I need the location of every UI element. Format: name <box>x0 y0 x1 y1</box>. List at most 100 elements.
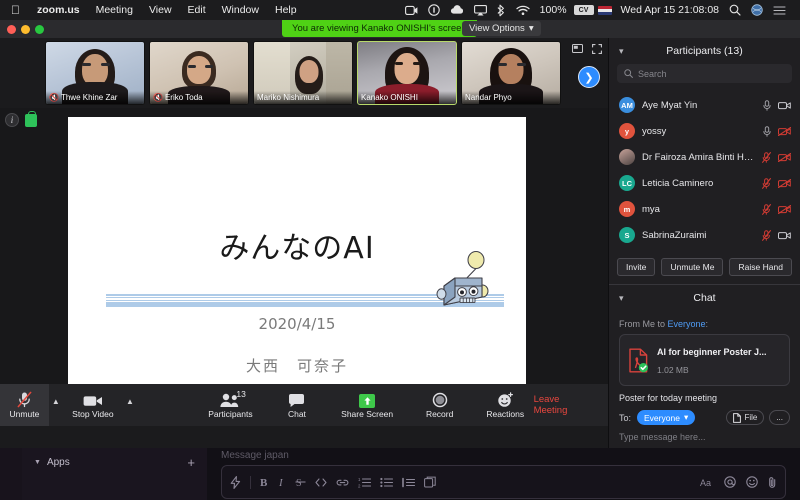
mic-off-icon[interactable] <box>762 203 771 215</box>
siri-icon[interactable] <box>746 4 768 16</box>
chat-file-attachment[interactable]: AI for beginner Poster J... 1.02 MB <box>619 334 790 386</box>
participant-row[interactable]: m mya <box>609 196 800 222</box>
screen-record-icon[interactable] <box>400 5 423 16</box>
unmute-button[interactable]: Unmute <box>0 384 49 426</box>
close-button[interactable] <box>7 24 16 34</box>
menu-item-meeting[interactable]: Meeting <box>88 4 141 16</box>
chat-button[interactable]: Chat <box>276 384 318 426</box>
participant-row[interactable]: LC Leticia Caminero <box>609 170 800 196</box>
slack-apps-section[interactable]: ▼ Apps + <box>34 455 195 470</box>
collapse-chat-icon[interactable]: ▾ <box>619 293 624 304</box>
video-options-chevron-icon[interactable]: ▲ <box>123 397 137 406</box>
participants-label: Participants <box>208 409 253 419</box>
control-center-icon[interactable] <box>768 5 791 16</box>
participants-list[interactable]: AM Aye Myat Yin y yossy Dr Fairoza Amira… <box>609 90 800 253</box>
chat-more-options-button[interactable]: ... <box>769 410 790 425</box>
camera-off-icon[interactable] <box>778 126 791 136</box>
audio-options-chevron-icon[interactable]: ▲ <box>49 397 63 406</box>
camera-on-icon[interactable] <box>778 231 791 240</box>
chat-message-input[interactable]: Type message here... <box>619 425 790 442</box>
cloud-icon[interactable] <box>445 5 469 15</box>
recipient-dropdown[interactable]: Everyone ▾ <box>637 410 696 425</box>
camera-off-icon[interactable] <box>778 204 791 214</box>
chevron-down-icon[interactable]: ▼ <box>34 459 41 466</box>
participant-row[interactable]: AM Aye Myat Yin <box>609 92 800 118</box>
share-screen-button[interactable]: Share Screen <box>332 384 402 426</box>
link-icon[interactable] <box>336 477 349 488</box>
menu-item-view[interactable]: View <box>141 4 180 16</box>
blockquote-icon[interactable] <box>402 477 415 488</box>
chat-from-target[interactable]: Everyone <box>668 319 706 329</box>
stop-video-button[interactable]: Stop Video <box>63 384 123 426</box>
menu-item-zoom[interactable]: zoom.us <box>29 4 88 16</box>
search-icon[interactable] <box>724 4 746 16</box>
slack-composer-toolbar[interactable]: B I S 12 Aa <box>221 465 786 499</box>
mic-on-icon[interactable] <box>763 99 771 111</box>
emoji-icon[interactable] <box>746 476 758 488</box>
send-file-button[interactable]: File <box>726 410 765 425</box>
video-tile[interactable]: Mariko Nishimura <box>253 41 353 105</box>
avatar: m <box>619 201 635 217</box>
video-tile-active-speaker[interactable]: Kanako ONISHI <box>357 41 457 105</box>
camera-off-icon[interactable] <box>778 152 791 162</box>
record-button[interactable]: Record <box>416 384 463 426</box>
battery-icon[interactable]: CV <box>573 5 594 15</box>
search-input[interactable]: Search <box>617 64 792 83</box>
strikethrough-icon[interactable]: S <box>295 476 306 488</box>
maximize-button[interactable] <box>35 24 44 34</box>
menu-item-edit[interactable]: Edit <box>180 4 214 16</box>
ordered-list-icon[interactable]: 12 <box>358 477 371 488</box>
italic-icon[interactable]: I <box>278 476 286 488</box>
code-icon[interactable] <box>315 477 327 488</box>
mention-icon[interactable] <box>724 476 736 488</box>
unmute-me-button[interactable]: Unmute Me <box>661 258 724 276</box>
participant-row[interactable]: S SabrinaZuraimi <box>609 222 800 248</box>
slack-workspace-rail[interactable] <box>0 448 22 500</box>
participants-button[interactable]: 13 Participants <box>199 384 262 426</box>
info-icon[interactable]: i <box>5 113 19 127</box>
clock[interactable]: Wed Apr 15 21:08:08 <box>616 4 724 16</box>
mic-on-icon[interactable] <box>763 125 771 137</box>
participants-panel-header: ▾ Participants (13) <box>609 38 800 64</box>
view-options-button[interactable]: View Options ▾ <box>462 21 541 36</box>
bold-icon[interactable]: B <box>260 476 269 488</box>
reactions-button[interactable]: Reactions <box>477 384 534 426</box>
lightning-icon[interactable] <box>230 475 241 489</box>
chat-label: Chat <box>287 409 306 419</box>
participant-row[interactable]: Dr Fairoza Amira Binti Hamzah <box>609 144 800 170</box>
format-text-icon[interactable]: Aa <box>700 477 714 488</box>
collapse-participants-icon[interactable]: ▾ <box>619 46 624 57</box>
airplay-icon[interactable] <box>469 4 492 16</box>
video-tile[interactable]: 🔇 Thwe Khine Zar <box>45 41 145 105</box>
mic-off-icon[interactable] <box>762 229 771 241</box>
invite-button[interactable]: Invite <box>617 258 656 276</box>
attach-icon[interactable] <box>768 476 777 489</box>
minimize-button[interactable] <box>21 24 30 34</box>
menu-item-help[interactable]: Help <box>267 4 305 16</box>
video-tile[interactable]: 🔇 Eriko Toda <box>149 41 249 105</box>
input-language-flag-icon[interactable] <box>597 5 612 15</box>
code-block-icon[interactable] <box>424 476 436 488</box>
mic-off-icon[interactable] <box>762 151 771 163</box>
lock-icon[interactable] <box>25 110 37 127</box>
bullet-list-icon[interactable] <box>380 477 393 488</box>
participant-name: SabrinaZuraimi <box>642 229 707 241</box>
video-tile[interactable]: Nandar Phyo <box>461 41 561 105</box>
add-app-button[interactable]: + <box>187 455 195 470</box>
video-tile-name: Mariko Nishimura <box>254 91 352 104</box>
bluetooth-icon[interactable] <box>492 4 511 17</box>
next-participants-button[interactable]: ❯ <box>578 66 600 88</box>
apple-menu-icon[interactable]:  <box>6 4 29 16</box>
mic-off-icon[interactable] <box>762 177 771 189</box>
leave-meeting-button[interactable]: Leave Meeting <box>534 394 608 416</box>
menu-item-window[interactable]: Window <box>214 4 267 16</box>
do-not-disturb-icon[interactable] <box>423 4 445 16</box>
camera-on-icon[interactable] <box>778 101 791 110</box>
camera-off-icon[interactable] <box>778 178 791 188</box>
gallery-view-icon[interactable] <box>572 44 583 54</box>
wifi-icon[interactable] <box>511 5 535 16</box>
fullscreen-icon[interactable] <box>592 44 602 54</box>
file-button-label: File <box>744 413 758 422</box>
participant-row[interactable]: y yossy <box>609 118 800 144</box>
raise-hand-button[interactable]: Raise Hand <box>729 258 793 276</box>
